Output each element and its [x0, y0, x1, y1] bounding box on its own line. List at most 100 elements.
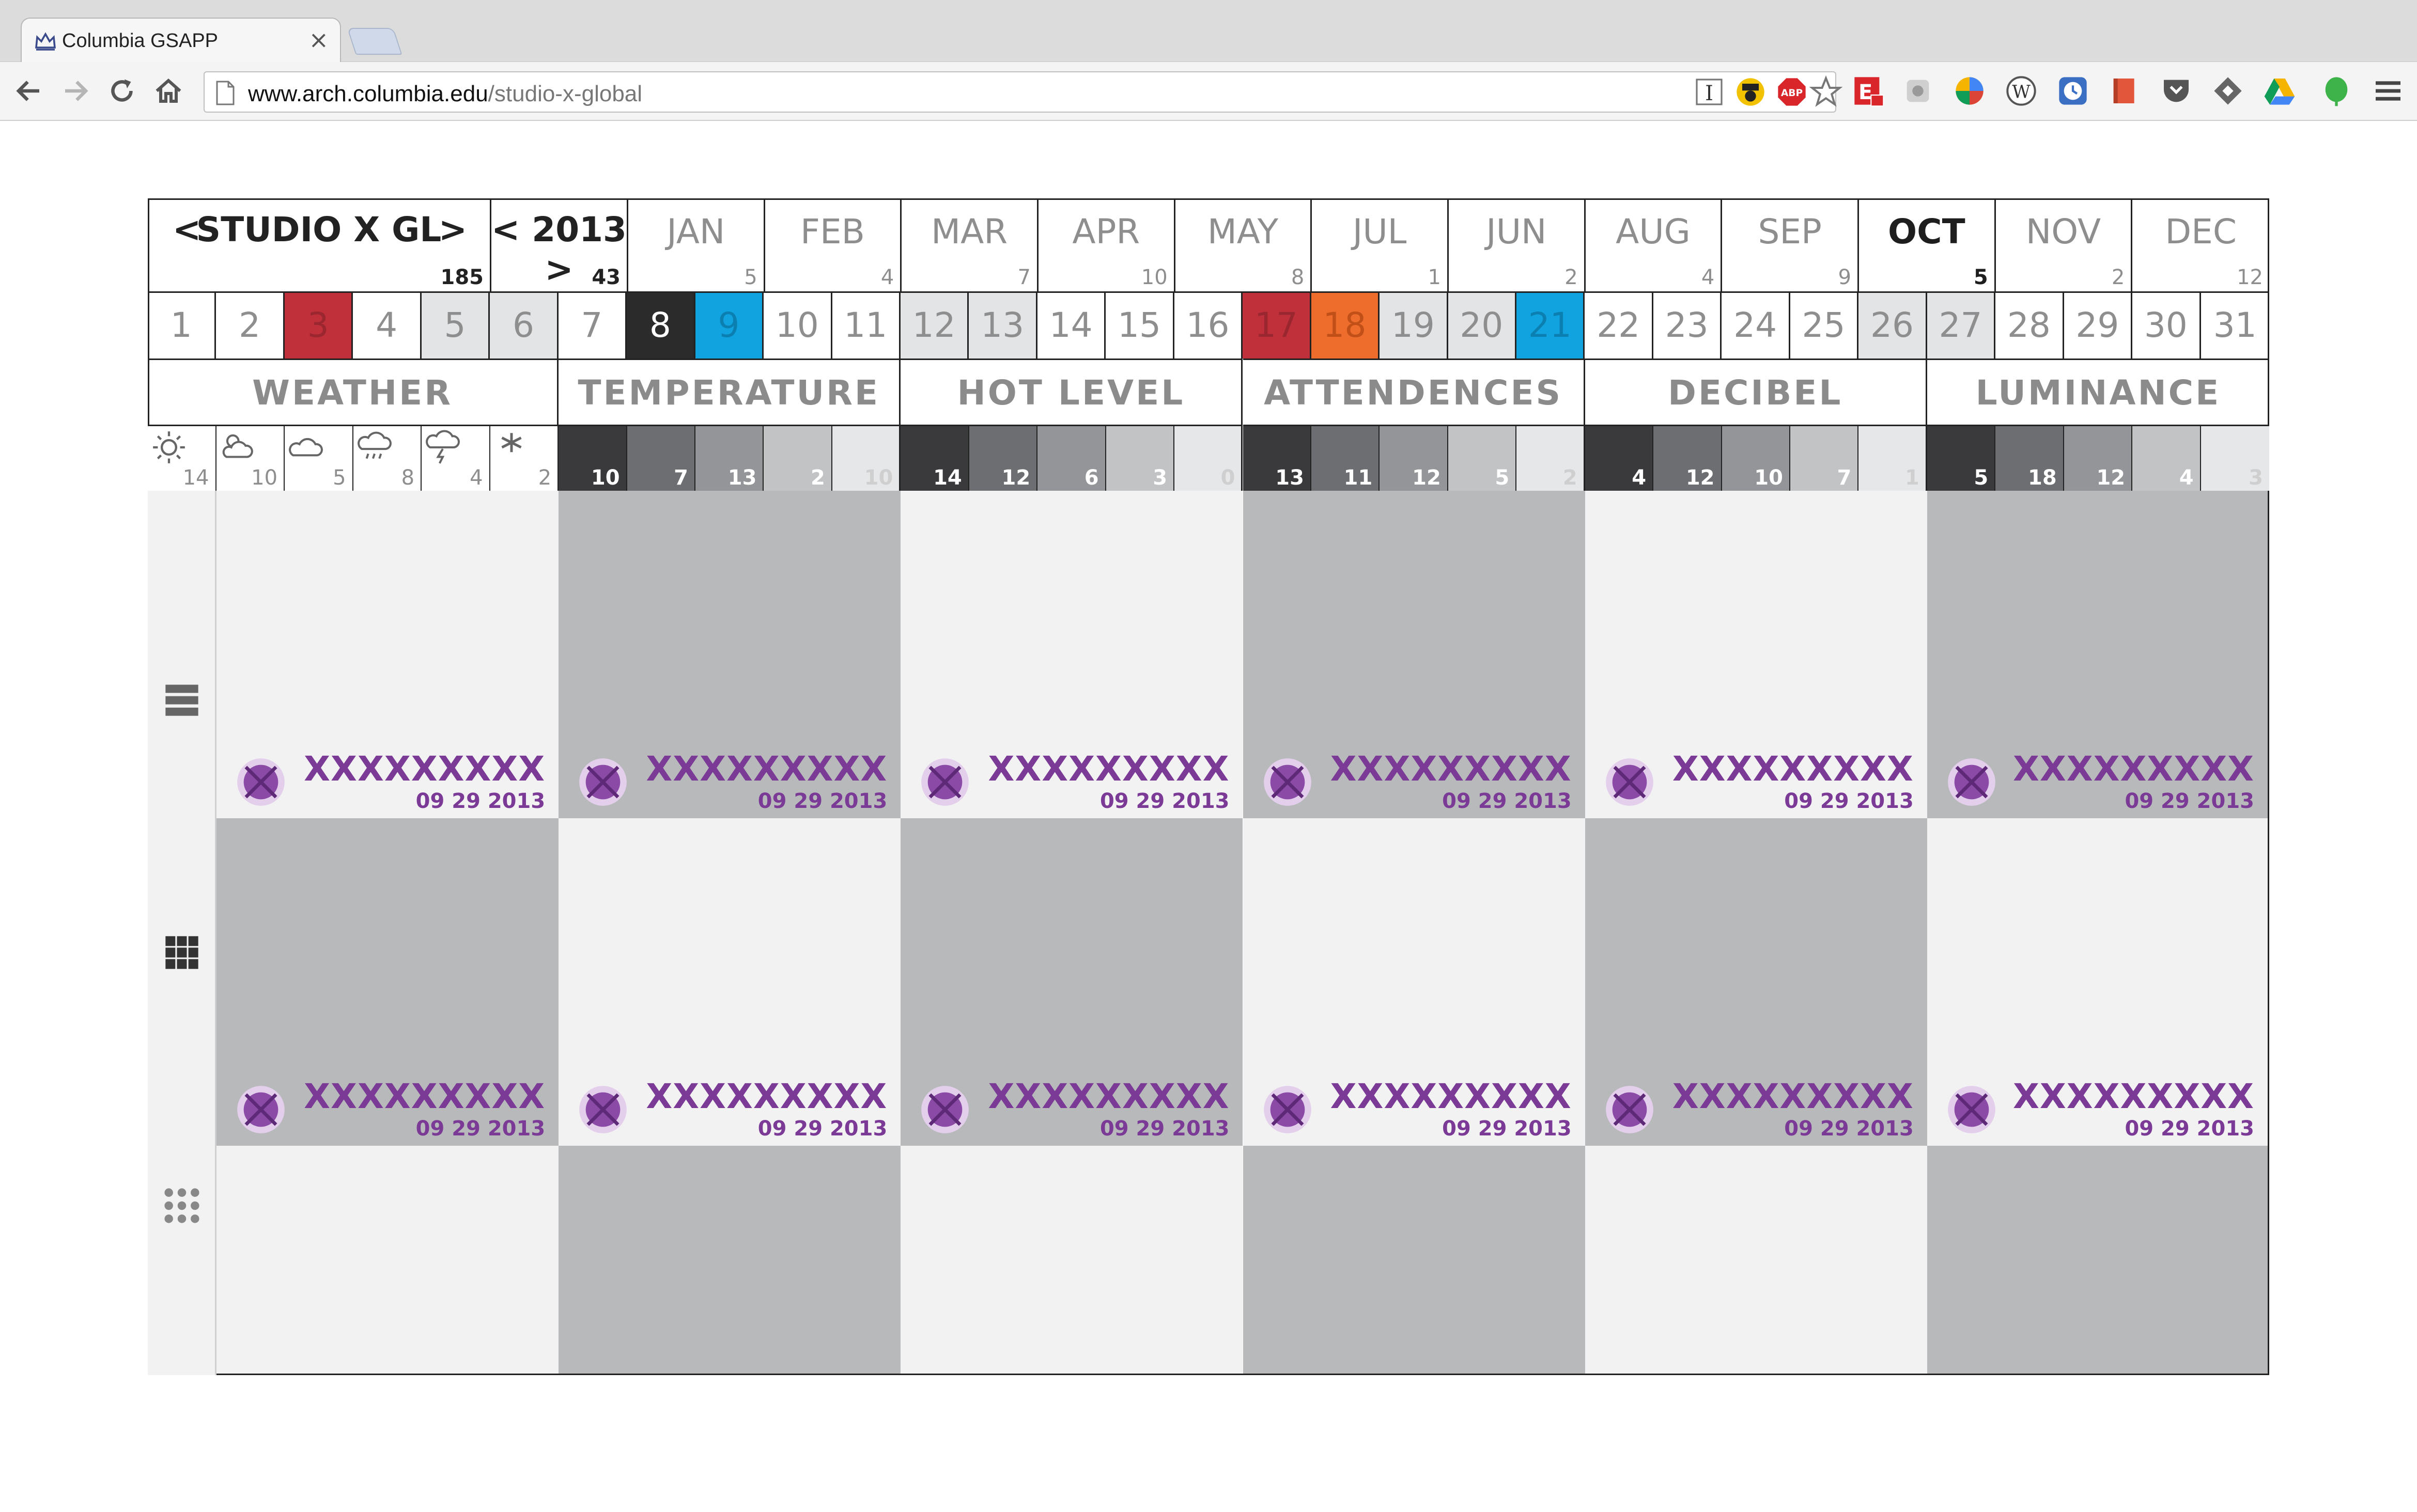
hot-level-level-2[interactable]: 12: [969, 425, 1038, 491]
card-title[interactable]: XXXXXXXXX: [1672, 749, 1914, 789]
day-25[interactable]: 25: [1790, 291, 1859, 358]
grid-cell[interactable]: XXXXXXXXX 09 29 2013: [559, 491, 901, 818]
wikipedia-icon[interactable]: W: [2005, 74, 2038, 107]
grid-cell[interactable]: XXXXXXXXX 09 29 2013: [216, 818, 559, 1146]
grid-cell[interactable]: XXXXXXXXX 09 29 2013: [1243, 818, 1585, 1146]
avatar-icon[interactable]: [235, 756, 287, 808]
day-22[interactable]: 22: [1585, 291, 1653, 358]
day-21[interactable]: 21: [1516, 291, 1585, 358]
temperature-level-3[interactable]: 13: [695, 425, 764, 491]
grid-cell[interactable]: XXXXXXXXX 09 29 2013: [559, 818, 901, 1146]
temperature-level-5[interactable]: 10: [832, 425, 901, 491]
grid-view-icon[interactable]: [162, 933, 202, 972]
avatar-icon[interactable]: [577, 1084, 629, 1135]
book-icon[interactable]: [2108, 74, 2141, 107]
address-bar[interactable]: www.arch.columbia.edu/studio-x-global I …: [204, 71, 1842, 113]
grid-cell[interactable]: XXXXXXXXX 09 29 2013: [1585, 818, 1927, 1146]
hot-level-level-5[interactable]: 0: [1174, 425, 1243, 491]
month-mar[interactable]: MAR 7: [902, 198, 1039, 291]
avatar-icon[interactable]: [919, 1084, 971, 1135]
card-title[interactable]: XXXXXXXXX: [304, 1077, 545, 1116]
day-29[interactable]: 29: [2064, 291, 2133, 358]
category-decibel[interactable]: DECIBEL: [1585, 358, 1927, 425]
day-12[interactable]: 12: [900, 291, 969, 358]
browser-tab[interactable]: Columbia GSAPP ×: [21, 18, 341, 63]
card-title[interactable]: XXXXXXXXX: [646, 1077, 887, 1116]
day-31[interactable]: 31: [2201, 291, 2269, 358]
list-view-icon[interactable]: [162, 680, 202, 719]
day-6[interactable]: 6: [490, 291, 559, 358]
month-jan[interactable]: JAN 5: [628, 198, 765, 291]
decibel-level-2[interactable]: 12: [1653, 425, 1722, 491]
clock-icon[interactable]: [2056, 74, 2089, 107]
weather-storm[interactable]: 4: [422, 425, 490, 491]
incognito-icon[interactable]: [1734, 75, 1767, 108]
avatar-icon[interactable]: [1604, 1084, 1655, 1135]
card-title[interactable]: XXXXXXXXX: [646, 749, 887, 789]
day-28[interactable]: 28: [1995, 291, 2064, 358]
day-5[interactable]: 5: [421, 291, 490, 358]
month-sep[interactable]: SEP 9: [1722, 198, 1859, 291]
grid-cell[interactable]: XXXXXXXXX 09 29 2013: [216, 491, 559, 818]
day-16[interactable]: 16: [1174, 291, 1243, 358]
month-apr[interactable]: APR 10: [1039, 198, 1175, 291]
day-17[interactable]: 17: [1243, 291, 1311, 358]
card-title[interactable]: XXXXXXXXX: [2013, 749, 2254, 789]
day-20[interactable]: 20: [1448, 291, 1517, 358]
day-7[interactable]: 7: [558, 291, 627, 358]
evernote-icon[interactable]: E: [1852, 74, 1885, 107]
day-1[interactable]: 1: [148, 291, 216, 358]
day-19[interactable]: 19: [1380, 291, 1448, 358]
day-24[interactable]: 24: [1722, 291, 1790, 358]
drive-icon[interactable]: [2263, 74, 2296, 107]
month-oct[interactable]: OCT 5: [1859, 198, 1996, 291]
decibel-level-4[interactable]: 7: [1790, 425, 1859, 491]
forward-arrow-icon[interactable]: [60, 75, 91, 106]
attendences-level-4[interactable]: 5: [1448, 425, 1517, 491]
grid-cell[interactable]: XXXXXXXXX 09 29 2013: [1585, 491, 1927, 818]
year-selector[interactable]: < 2013 > 43: [491, 198, 628, 291]
home-icon[interactable]: [153, 75, 184, 106]
studio-selector[interactable]: < STUDIO X GL > 185: [148, 198, 491, 291]
avatar-icon[interactable]: [1946, 1084, 1997, 1135]
evernote-web-clipper-icon[interactable]: [2320, 74, 2353, 107]
month-aug[interactable]: AUG 4: [1586, 198, 1723, 291]
month-may[interactable]: MAY 8: [1175, 198, 1312, 291]
attendences-level-1[interactable]: 13: [1243, 425, 1311, 491]
weather-sun[interactable]: 14: [148, 425, 216, 491]
category-attendences[interactable]: ATTENDENCES: [1243, 358, 1585, 425]
avatar-icon[interactable]: [1946, 756, 1997, 808]
adblock-icon[interactable]: ABP: [1775, 75, 1808, 108]
month-jul[interactable]: JUL 1: [1312, 198, 1449, 291]
studio-next-button[interactable]: >: [439, 210, 467, 250]
month-nov[interactable]: NOV 2: [1996, 198, 2133, 291]
color-picker-icon[interactable]: [1953, 74, 1986, 107]
grid-cell[interactable]: XXXXXXXXX 09 29 2013: [1927, 491, 2268, 818]
menu-icon[interactable]: [2372, 74, 2405, 107]
avatar-icon[interactable]: [1262, 1084, 1313, 1135]
url-text[interactable]: www.arch.columbia.edu/studio-x-global: [248, 81, 642, 107]
hot-level-level-3[interactable]: 6: [1037, 425, 1106, 491]
day-15[interactable]: 15: [1106, 291, 1174, 358]
back-arrow-icon[interactable]: [13, 75, 44, 106]
day-23[interactable]: 23: [1653, 291, 1722, 358]
day-13[interactable]: 13: [969, 291, 1037, 358]
hot-level-level-1[interactable]: 14: [901, 425, 969, 491]
day-14[interactable]: 14: [1037, 291, 1106, 358]
avatar-icon[interactable]: [1604, 756, 1655, 808]
attendences-level-5[interactable]: 2: [1516, 425, 1585, 491]
card-title[interactable]: XXXXXXXXX: [1672, 1077, 1914, 1116]
temperature-level-4[interactable]: 2: [764, 425, 832, 491]
day-30[interactable]: 30: [2132, 291, 2201, 358]
card-title[interactable]: XXXXXXXXX: [1330, 1077, 1572, 1116]
luminance-level-1[interactable]: 5: [1927, 425, 1996, 491]
pocket-icon[interactable]: [2160, 74, 2193, 107]
luminance-level-2[interactable]: 18: [1995, 425, 2064, 491]
card-title[interactable]: XXXXXXXXX: [2013, 1077, 2254, 1116]
grid-cell[interactable]: XXXXXXXXX 09 29 2013: [1243, 491, 1585, 818]
avatar-icon[interactable]: [919, 756, 971, 808]
temperature-level-2[interactable]: 7: [627, 425, 696, 491]
luminance-level-5[interactable]: 3: [2201, 425, 2269, 491]
reload-icon[interactable]: [106, 75, 137, 106]
day-8[interactable]: 8: [627, 291, 695, 358]
